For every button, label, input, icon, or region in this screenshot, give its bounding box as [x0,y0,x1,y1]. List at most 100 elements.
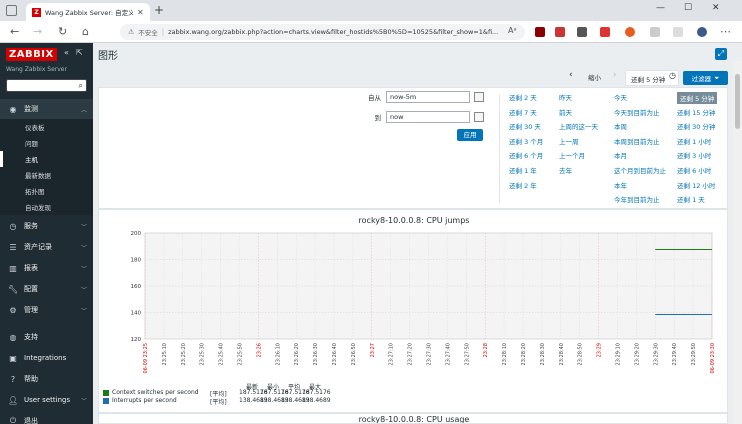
quick-range-link[interactable]: 还剩 5 分钟 [677,92,718,104]
collapse-sidebar-icon[interactable]: « [64,48,69,57]
from-input[interactable]: now-5m [386,91,470,103]
extension-badge-icon[interactable] [555,27,565,37]
quick-range-link[interactable]: 本周 [614,121,627,131]
search-icon[interactable]: ⌕ [79,81,83,91]
browser-tab[interactable]: Z Wang Zabbix Server: 自定义图表 ✕ [26,3,150,21]
quick-range-link[interactable]: 还剩 30 分钟 [677,121,715,131]
calendar-to-icon[interactable] [474,112,484,122]
y-tick-label: 160 [131,284,142,290]
quick-range-link[interactable]: 前天 [559,107,572,117]
extension-red-icon[interactable] [600,27,610,37]
quick-range-link[interactable]: 还剩 1 小时 [677,136,711,146]
window-menu-icon[interactable] [6,5,17,16]
quick-range-link[interactable]: 昨天 [559,92,572,102]
quick-range-link[interactable]: 还剩 7 天 [509,107,537,117]
x-tick-label: 23:29:10 [616,343,622,365]
profile-avatar-icon[interactable] [697,27,707,37]
quick-range-link[interactable]: 今天 [614,92,627,102]
zoom-out-button[interactable]: 缩小 [588,72,601,82]
x-tick-label: 23:25:40 [219,343,225,365]
menu-user-settings[interactable]: 👤︎ User settings ﹀ [0,390,93,410]
extension-color-icon[interactable] [577,27,587,37]
menu-services[interactable]: ◷ 服务 ﹀ [0,216,93,236]
filter-toggle-button[interactable]: 过滤器 ⏷ [683,71,728,85]
fullscreen-icon[interactable]: ⤢ [715,48,727,60]
sidebar-search-input[interactable]: ⌕ [6,79,87,92]
page-scrollbar[interactable] [733,60,742,424]
x-tick-label: 23:26:10 [275,343,281,365]
headset-icon: ◍ [9,332,17,342]
quick-range-link[interactable]: 今年到目前为止 [614,194,660,204]
menu-sign-out[interactable]: ⏻ 退出 [0,411,93,424]
quick-range-link[interactable]: 本年 [614,180,627,190]
x-tick-label: 23:26 [256,343,262,357]
quick-range-link[interactable]: 今天到目前为止 [614,107,660,117]
submenu-discovery[interactable]: 自动发现 [0,199,93,215]
submenu-latest-data[interactable]: 最新数据 [0,167,93,183]
forward-arrow-icon[interactable]: → [33,25,42,38]
back-arrow-icon[interactable]: ← [10,25,19,38]
quick-range-link[interactable]: 还剩 6 个月 [509,150,543,160]
x-tick-label: 23:27:20 [408,343,414,365]
chevron-down-icon: ﹀ [80,397,87,405]
legend-value: 138.4689 [302,397,331,404]
apply-button[interactable]: 应用 [457,129,483,141]
x-tick-label: 23:25:30 [200,343,206,365]
submenu-dashboard[interactable]: 仪表板 [0,119,93,135]
menu-inventory[interactable]: ☰ 资产记录 ﹀ [0,237,93,257]
quick-range-link[interactable]: 还剩 2 天 [509,92,537,102]
quick-range-link[interactable]: 还剩 6 小时 [677,165,711,175]
menu-administration[interactable]: ⚙ 管理 ﹀ [0,300,93,320]
menu-help[interactable]: ? 帮助 [0,369,93,389]
new-tab-button[interactable]: + [154,3,164,17]
quick-range-link[interactable]: 上一周 [559,136,579,146]
zabbix-favicon-icon: Z [32,7,41,17]
close-window-button[interactable]: ✕ [712,3,720,13]
minimize-window-button[interactable]: — [656,3,665,13]
quick-range-link[interactable]: 还剩 3 小时 [677,150,711,160]
quick-range-link[interactable]: 还剩 1 天 [677,194,705,204]
quick-range-link[interactable]: 上一个月 [559,150,585,160]
y-tick-label: 120 [131,337,142,343]
home-icon[interactable]: ⌂ [82,25,89,38]
maximize-window-button[interactable]: ☐ [684,3,692,13]
prev-period-icon[interactable]: ‹ [569,70,573,80]
quick-range-link[interactable]: 还剩 15 分钟 [677,107,715,117]
zabbix-logo[interactable]: ZABBIX [6,48,57,61]
quick-range-link[interactable]: 本月 [614,150,627,160]
submenu-maps[interactable]: 拓扑图 [0,183,93,199]
submenu-hosts[interactable]: 主机 [0,151,93,167]
menu-configuration[interactable]: 🔧︎ 配置 ﹀ [0,279,93,299]
reader-mode-icon[interactable]: Aᵃ [508,26,517,35]
reload-icon[interactable]: ↻ [58,25,67,38]
quick-range-link[interactable]: 还剩 1 年 [509,165,537,175]
quick-range-link[interactable]: 本周到目前为止 [614,136,660,146]
menu-support[interactable]: ◍ 支持 [0,327,93,347]
extension-ublock-icon[interactable] [535,27,545,37]
submenu-problems[interactable]: 问题 [0,135,93,151]
cpu-jumps-chart[interactable]: 06-09 23:25 23:25:10 23:25:20 23:25:30 23:25… [99,210,729,414]
more-options-icon[interactable]: ⋯ [720,25,731,38]
close-tab-icon[interactable]: ✕ [137,8,144,17]
menu-monitoring[interactable]: ◉ 监测 ︿ [0,99,93,119]
quick-range-link[interactable]: 还剩 12 小时 [677,180,715,190]
quick-range-link[interactable]: 还剩 30 天 [509,121,541,131]
menu-reports[interactable]: ▥ 报表 ﹀ [0,258,93,278]
quick-range-link[interactable]: 上周的这一天 [559,121,598,131]
to-input[interactable]: now [386,111,470,123]
quick-range-link[interactable]: 还剩 2 年 [509,180,537,190]
quick-range-link[interactable]: 去年 [559,165,572,175]
next-period-icon[interactable]: › [613,70,617,80]
extension-g-icon[interactable] [625,27,635,37]
scrollbar-thumb[interactable] [735,74,740,129]
extension-puzzle-icon[interactable] [650,27,660,37]
collections-icon[interactable] [673,27,683,37]
next-graph-title: rocky8-10.0.0.8: CPU usage [358,415,470,424]
address-bar[interactable]: ⚠ 不安全 | zabbix.wang.org/zabbix.php?actio… [120,24,525,40]
quick-range-link[interactable]: 还剩 3 个月 [509,136,543,146]
quick-range-link[interactable]: 这个月到目前为止 [614,165,666,175]
menu-integrations[interactable]: ▣ Integrations [0,348,93,368]
legend-function: [平均] [210,399,227,406]
calendar-from-icon[interactable] [474,92,484,102]
hide-sidebar-icon[interactable]: ⇱ [76,48,83,57]
